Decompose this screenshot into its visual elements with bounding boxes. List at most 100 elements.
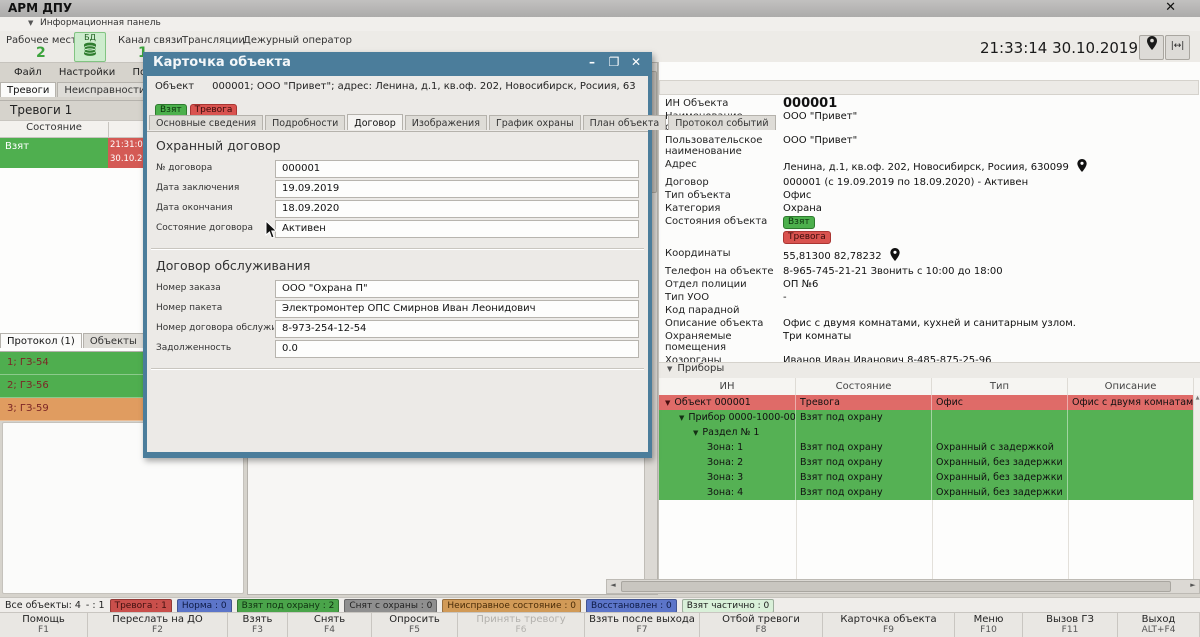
map-pin-button[interactable] — [1139, 35, 1164, 60]
object-card-fkey-button[interactable]: Карточка объектаF9 — [823, 613, 955, 637]
tab-guard-schedule[interactable]: График охраны — [489, 115, 581, 130]
window-close-icon[interactable]: ✕ — [1165, 0, 1176, 15]
scroll-up-icon[interactable]: ▲ — [1196, 395, 1200, 401]
expand-icon[interactable]: ▼ — [665, 399, 670, 407]
database-icon — [83, 42, 97, 57]
location-pin-icon — [1147, 36, 1157, 50]
tab-images[interactable]: Изображения — [405, 115, 487, 130]
alarm-cancel-button[interactable]: Отбой тревогиF8 — [700, 613, 823, 637]
db-status-indicator[interactable]: БД — [74, 32, 106, 62]
total-objects: Все объекты: 4 — [5, 600, 81, 611]
details-section-bar[interactable] — [659, 80, 1199, 95]
table-row[interactable]: Зона: 4 Взят под охрануОхранный, без зад… — [659, 485, 1194, 500]
minimize-icon[interactable]: – — [584, 55, 600, 69]
devices-table-header: ИН Состояние Тип Описание — [659, 378, 1200, 396]
info-panel-header[interactable]: ▼ Информационная панель — [0, 17, 1200, 32]
poll-button[interactable]: ОпроситьF5 — [372, 613, 458, 637]
status-badge: Неисправное состояние : 0 — [442, 599, 581, 613]
contract-number-field[interactable]: 000001 — [275, 160, 639, 178]
tab-general[interactable]: Основные сведения — [149, 115, 263, 130]
location-pin-icon[interactable] — [890, 248, 900, 264]
help-button[interactable]: ПомощьF1 — [0, 613, 88, 637]
tab-alarms[interactable]: Тревоги — [0, 82, 56, 97]
broadcast-label: Трансляции — [182, 35, 245, 46]
contract-end-field[interactable]: 18.09.2020 — [275, 200, 639, 218]
scroll-left-icon[interactable]: ◄ — [607, 580, 619, 591]
table-row[interactable]: Зона: 3 Взят под охрануОхранный, без зад… — [659, 470, 1194, 485]
location-pin-icon[interactable] — [1077, 159, 1087, 175]
scroll-right-icon[interactable]: ► — [1187, 580, 1199, 591]
status-badge: Тревога : 1 — [110, 599, 172, 613]
close-icon[interactable]: ✕ — [628, 55, 644, 69]
menu-settings[interactable]: Настройки — [59, 67, 115, 78]
call-gz-button[interactable]: Вызов ГЗF11 — [1023, 613, 1118, 637]
object-card-dialog: Карточка объекта – ❐ ✕ Объект000001; ООО… — [143, 52, 652, 458]
table-row[interactable]: ▼Объект 000001 ТревогаОфисОфис с двумя к… — [659, 395, 1194, 410]
tab-protocol[interactable]: Протокол (1) — [0, 333, 82, 348]
dialog-titlebar[interactable]: Карточка объекта – ❐ ✕ — [143, 52, 652, 76]
detail-row: АдресЛенина, д.1, кв.оф. 202, Новосибирс… — [665, 159, 1191, 175]
contract-state-field[interactable]: Активен — [275, 220, 639, 238]
form-field: Номер пакетаЭлектромонтер ОПС Смирнов Ив… — [147, 300, 648, 320]
alarm-date: 30.10.2019 — [110, 154, 145, 164]
workplace-value: 2 — [36, 45, 46, 61]
detail-value: - — [783, 292, 1185, 303]
menu-button[interactable]: МенюF10 — [955, 613, 1023, 637]
menu-file[interactable]: Файл — [14, 67, 42, 78]
tab-faults[interactable]: Неисправности — [57, 82, 152, 97]
tab-detailed[interactable]: Подробности — [265, 115, 345, 130]
table-row[interactable]: Зона: 2 Взят под охрануОхранный, без зад… — [659, 455, 1194, 470]
service-contract-field[interactable]: 8-973-254-12-54 — [275, 320, 639, 338]
table-row[interactable]: ▼Прибор 0000-1000-0000 Взят под охрану — [659, 410, 1194, 425]
column-header[interactable]: Тип — [932, 378, 1068, 395]
arm-button[interactable]: ВзятьF3 — [228, 613, 288, 637]
order-number-field[interactable]: ООО "Охрана П" — [275, 280, 639, 298]
status-badge: Восстановлен : 0 — [586, 599, 677, 613]
devices-section-header[interactable]: ▼Приборы — [659, 362, 1200, 379]
forward-to-do-button[interactable]: Переслать на ДОF2 — [88, 613, 228, 637]
column-header[interactable]: Описание — [1068, 378, 1194, 395]
object-details-panel: ИН Объекта000001 Наименование объектаООО… — [658, 62, 1200, 593]
alarm-time: 21:31:06 — [110, 140, 145, 150]
vertical-scrollbar[interactable]: ▲ — [1193, 395, 1200, 593]
table-row[interactable]: Зона: 1 Взят под охрануОхранный с задерж… — [659, 440, 1194, 455]
tab-object-plan[interactable]: План объекта — [583, 115, 667, 130]
fit-width-button[interactable]: |↔| — [1165, 35, 1190, 60]
status-badge: Снят с охраны : 0 — [344, 599, 437, 613]
horizontal-scrollbar[interactable]: ◄ ► — [606, 579, 1200, 594]
db-label: БД — [75, 33, 105, 42]
dialog-title: Карточка объекта — [153, 55, 291, 70]
tab-event-log[interactable]: Протокол событий — [668, 115, 775, 130]
field-label: Дата заключения — [156, 183, 274, 193]
tab-objects[interactable]: Объекты — [83, 333, 144, 348]
detail-label: Тип УОО — [665, 292, 783, 303]
exit-button[interactable]: ВыходALT+F4 — [1118, 613, 1200, 637]
contract-start-field[interactable]: 19.09.2019 — [275, 180, 639, 198]
accept-alarm-button: Принять тревогуF6 — [458, 613, 585, 637]
state-column-header[interactable]: Состояние — [0, 122, 109, 137]
operator-label: Дежурный оператор — [243, 35, 352, 46]
debt-field[interactable]: 0.0 — [275, 340, 639, 358]
detail-row: Состояния объектаВзятТревога — [665, 216, 1191, 246]
collapse-icon: ▼ — [667, 365, 672, 373]
table-row[interactable]: ▼Раздел № 1 — [659, 425, 1194, 440]
detail-label: Телефон на объекте — [665, 266, 783, 277]
form-field: Номер договора обслуживания8-973-254-12-… — [147, 320, 648, 340]
tab-contract[interactable]: Договор — [347, 114, 402, 130]
detail-row: КатегорияОхрана — [665, 203, 1191, 214]
column-header[interactable]: ИН — [659, 378, 796, 395]
expand-icon[interactable]: ▼ — [679, 414, 684, 422]
package-number-field[interactable]: Электромонтер ОПС Смирнов Иван Леонидови… — [275, 300, 639, 318]
channel-label: Канал связи — [118, 35, 183, 46]
arm-after-exit-button[interactable]: Взять после выходаF7 — [585, 613, 700, 637]
scrollbar-thumb[interactable] — [621, 581, 1171, 592]
alarm-timestamp: 21:31:06 30.10.2019 — [108, 138, 145, 168]
expand-icon[interactable]: ▼ — [693, 429, 698, 437]
maximize-icon[interactable]: ❐ — [606, 55, 622, 69]
alarm-state: Взят — [5, 141, 29, 152]
disarm-button[interactable]: СнятьF4 — [288, 613, 372, 637]
detail-value: 000001 — [783, 98, 1185, 109]
column-header[interactable]: Состояние — [796, 378, 932, 395]
form-field: Номер заказаООО "Охрана П" — [147, 280, 648, 300]
object-summary: Объект000001; ООО "Привет"; адрес: Ленин… — [155, 81, 635, 92]
